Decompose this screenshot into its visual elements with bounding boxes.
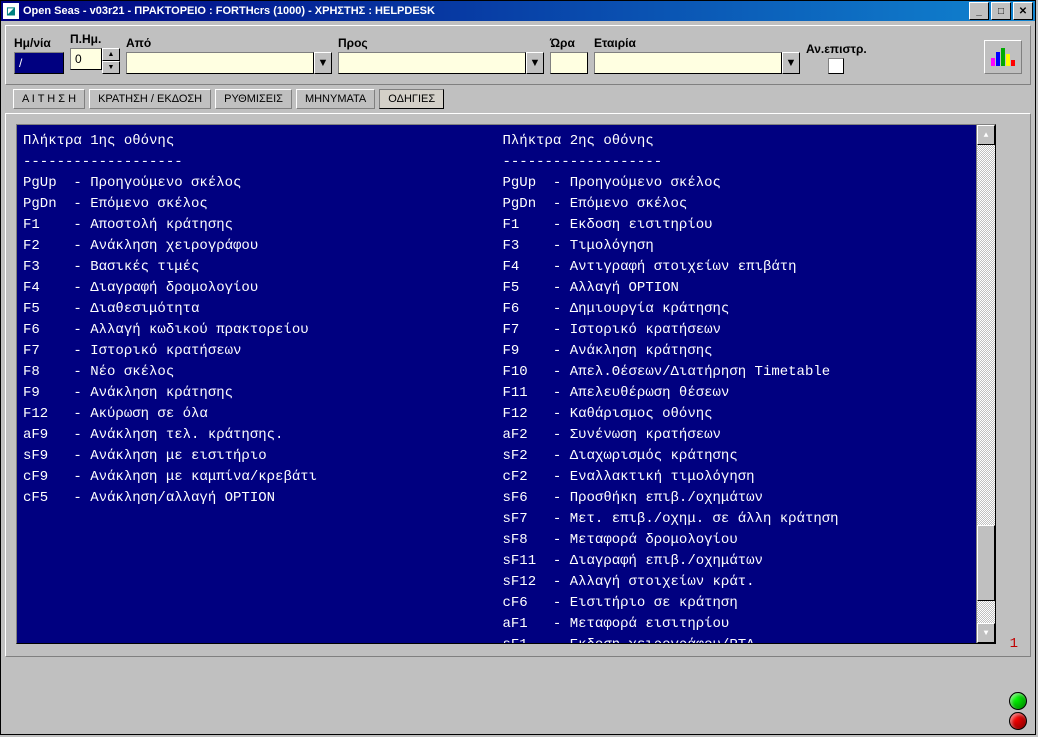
- company-dropdown[interactable]: ▼: [782, 52, 800, 74]
- terminal-scrollbar[interactable]: ▲ ▼: [976, 125, 995, 643]
- tab-request[interactable]: Α Ι Τ Η Σ Η: [13, 89, 85, 109]
- pdays-down[interactable]: ▼: [102, 61, 120, 74]
- app-icon: ◪: [3, 3, 19, 19]
- bar-chart-icon: [991, 48, 1015, 66]
- status-lights: [1009, 692, 1027, 730]
- pdays-up[interactable]: ▲: [102, 48, 120, 61]
- time-input[interactable]: [550, 52, 588, 74]
- tab-instructions[interactable]: ΟΔΗΓΙΕΣ: [379, 89, 444, 109]
- scroll-track[interactable]: [977, 145, 995, 623]
- minimize-button[interactable]: _: [969, 2, 989, 20]
- search-toolbar: Ημ/νία Π.Ημ. ▲ ▼ Από ▼ Προς ▼: [5, 25, 1031, 85]
- close-button[interactable]: ✕: [1013, 2, 1033, 20]
- from-dropdown[interactable]: ▼: [314, 52, 332, 74]
- date-input[interactable]: [14, 52, 64, 74]
- from-label: Από: [126, 36, 332, 50]
- tab-settings[interactable]: ΡΥΘΜΙΣΕΙΣ: [215, 89, 292, 109]
- tab-messages[interactable]: ΜΗΝΥΜΑΤΑ: [296, 89, 375, 109]
- maximize-button[interactable]: □: [991, 2, 1011, 20]
- to-label: Προς: [338, 36, 544, 50]
- titlebar: ◪ Open Seas - v03r21 - ΠΡΑΚΤΟΡΕΙΟ : FORT…: [1, 1, 1035, 21]
- app-window: ◪ Open Seas - v03r21 - ΠΡΑΚΤΟΡΕΙΟ : FORT…: [0, 0, 1036, 735]
- return-checkbox[interactable]: [828, 58, 844, 74]
- date-label: Ημ/νία: [14, 36, 64, 50]
- time-label: Ώρα: [550, 36, 588, 50]
- scroll-up[interactable]: ▲: [977, 125, 995, 145]
- company-label: Εταιρία: [594, 36, 800, 50]
- chart-button[interactable]: [984, 40, 1022, 74]
- tab-booking[interactable]: ΚΡΑΤΗΣΗ / ΕΚΔΟΣΗ: [89, 89, 211, 109]
- pdays-label: Π.Ημ.: [70, 32, 120, 46]
- terminal-col1: Πλήκτρα 1ης οθόνης ------------------- P…: [17, 125, 497, 643]
- tabs: Α Ι Τ Η Σ Η ΚΡΑΤΗΣΗ / ΕΚΔΟΣΗ ΡΥΘΜΙΣΕΙΣ Μ…: [13, 89, 1031, 109]
- content-frame: Πλήκτρα 1ης οθόνης ------------------- P…: [5, 113, 1031, 657]
- return-label: Αν.επιστρ.: [806, 42, 867, 56]
- page-indicator: 1: [1010, 636, 1018, 652]
- terminal-col2: Πλήκτρα 2ης οθόνης ------------------- P…: [497, 125, 977, 643]
- pdays-input[interactable]: [70, 48, 102, 70]
- scroll-thumb[interactable]: [977, 525, 995, 601]
- window-title: Open Seas - v03r21 - ΠΡΑΚΤΟΡΕΙΟ : FORTHc…: [23, 5, 969, 17]
- status-green-icon: [1009, 692, 1027, 710]
- terminal: Πλήκτρα 1ης οθόνης ------------------- P…: [16, 124, 996, 644]
- to-dropdown[interactable]: ▼: [526, 52, 544, 74]
- scroll-down[interactable]: ▼: [977, 623, 995, 643]
- to-combo[interactable]: [338, 52, 526, 74]
- company-combo[interactable]: [594, 52, 782, 74]
- from-combo[interactable]: [126, 52, 314, 74]
- status-red-icon: [1009, 712, 1027, 730]
